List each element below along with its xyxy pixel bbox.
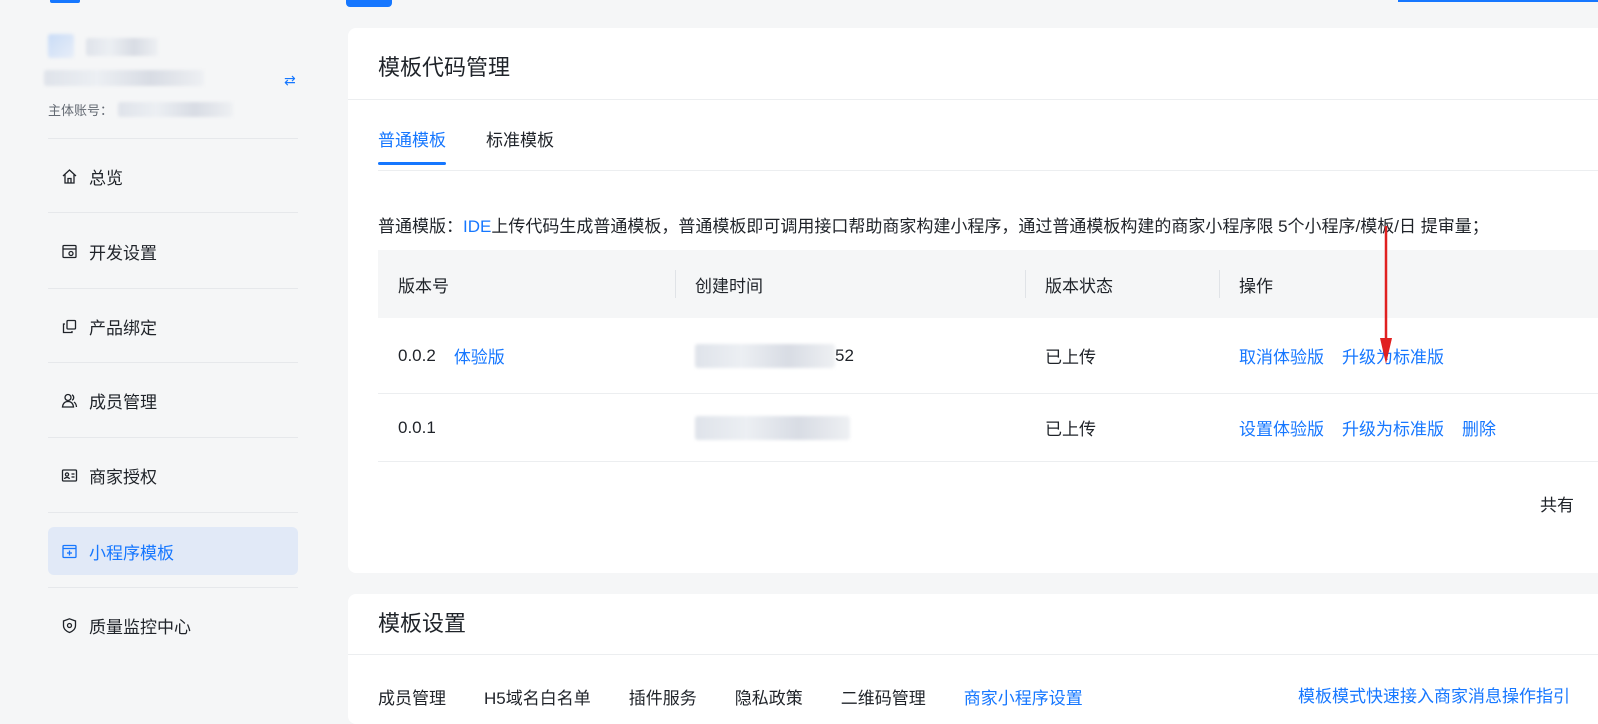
header-version: 版本号	[398, 276, 449, 296]
merchant-auth-icon	[60, 466, 78, 484]
sidebar-item-label: 质量监控中心	[89, 617, 191, 637]
template-description: 普通模版：IDE上传代码生成普通模板，普通模板即可调用接口帮助商家构建小程序，通…	[378, 212, 1489, 237]
card-title: 模板设置	[378, 611, 467, 636]
account-id-redacted	[44, 70, 204, 86]
sidebar-item-overview[interactable]: 总览	[48, 152, 298, 200]
description-prefix: 普通模版：	[378, 217, 463, 236]
sidebar-item-label: 开发设置	[89, 243, 157, 263]
created-time-redacted	[695, 343, 835, 368]
upgrade-standard-button[interactable]: 升级为标准版	[1342, 415, 1444, 440]
tab-h5-domain-whitelist[interactable]: H5域名白名单	[484, 684, 591, 709]
table-header: 版本号 创建时间 版本状态 操作	[378, 250, 1598, 318]
members-icon	[60, 391, 78, 409]
version-number: 0.0.1	[398, 417, 436, 437]
sidebar-divider	[48, 512, 298, 513]
sidebar-item-quality-monitor[interactable]: 质量监控中心	[48, 601, 298, 649]
status-cell: 已上传	[1045, 348, 1096, 367]
table-row: 0.0.2 体验版 52 已上传 取消体验版 升级为标准版	[378, 318, 1598, 394]
version-cell: 0.0.2 体验版	[378, 343, 675, 368]
tab-privacy-policy[interactable]: 隐私政策	[735, 684, 803, 709]
versions-table: 版本号 创建时间 版本状态 操作 0.0.2 体验版 52 已上传 取消体验版 …	[378, 250, 1598, 462]
set-trial-button[interactable]: 设置体验版	[1239, 415, 1324, 440]
sidebar-item-members[interactable]: 成员管理	[48, 376, 298, 424]
sidebar-item-label: 产品绑定	[89, 318, 157, 338]
settings-tabs: 成员管理 H5域名白名单 插件服务 隐私政策 二维码管理 商家小程序设置	[378, 684, 1083, 709]
description-text: 上传代码生成普通模板，普通模板即可调用接口帮助商家构建小程序，通过普通模板构建的…	[491, 217, 1489, 236]
created-time-tail: 52	[835, 345, 854, 365]
sidebar-item-miniapp-template[interactable]: 小程序模板	[48, 527, 298, 575]
annotation-arrow	[1380, 226, 1392, 364]
created-time-cell: 52	[675, 343, 1025, 368]
sidebar-divider	[48, 288, 298, 289]
account-label: 主体账号：	[48, 103, 114, 118]
account-info: ⇄ 主体账号：	[44, 34, 308, 134]
pagination-total: 共有	[1540, 496, 1574, 515]
version-number: 0.0.2	[398, 345, 436, 365]
guide-link[interactable]: 模板模式快速接入商家消息操作指引	[1298, 682, 1570, 707]
header-created-time: 创建时间	[675, 250, 1025, 318]
card-title: 模板代码管理	[378, 55, 511, 80]
created-time-redacted	[695, 415, 850, 440]
header-actions: 操作	[1219, 250, 1598, 318]
tab-plugin-service[interactable]: 插件服务	[629, 684, 697, 709]
template-settings-card: 模板设置 成员管理 H5域名白名单 插件服务 隐私政策 二维码管理 商家小程序设…	[348, 594, 1598, 724]
tab-standard-template[interactable]: 标准模板	[486, 126, 554, 163]
card-header-divider	[348, 654, 1598, 655]
home-icon	[60, 167, 78, 185]
version-cell: 0.0.1	[378, 418, 675, 438]
sidebar-item-label: 成员管理	[89, 392, 157, 412]
sidebar-divider	[48, 362, 298, 363]
tab-member-management[interactable]: 成员管理	[378, 684, 446, 709]
delete-button[interactable]: 删除	[1462, 415, 1496, 440]
sidebar-item-product-bind[interactable]: 产品绑定	[48, 302, 298, 350]
card-header-divider	[348, 99, 1598, 100]
upgrade-standard-button[interactable]: 升级为标准版	[1342, 343, 1444, 368]
quality-shield-icon	[60, 616, 78, 634]
tab-qrcode-management[interactable]: 二维码管理	[841, 684, 926, 709]
sidebar-divider	[48, 587, 298, 588]
trial-version-tag[interactable]: 体验版	[454, 343, 505, 368]
template-tabs: 普通模板 标准模板	[378, 126, 554, 165]
status-cell: 已上传	[1045, 420, 1096, 439]
actions-cell: 取消体验版 升级为标准版	[1219, 343, 1598, 368]
top-accent-tab	[346, 0, 392, 7]
tabs-divider	[378, 170, 1598, 171]
sidebar-item-dev-settings[interactable]: 开发设置	[48, 227, 298, 275]
ide-link[interactable]: IDE	[463, 217, 491, 236]
header-status: 版本状态	[1025, 250, 1219, 318]
created-time-cell	[675, 415, 1025, 440]
sidebar-divider	[48, 138, 298, 139]
table-row: 0.0.1 已上传 设置体验版 升级为标准版 删除	[378, 394, 1598, 462]
sidebar-divider	[48, 437, 298, 438]
sidebar-item-label: 小程序模板	[89, 543, 174, 563]
template-code-card: 模板代码管理 普通模板 标准模板 普通模版：IDE上传代码生成普通模板，普通模板…	[348, 28, 1598, 573]
tab-merchant-miniapp-settings[interactable]: 商家小程序设置	[964, 684, 1083, 709]
top-accent-right	[1398, 0, 1598, 2]
product-bind-icon	[60, 317, 78, 335]
sidebar-item-label: 总览	[89, 168, 123, 188]
cancel-trial-button[interactable]: 取消体验版	[1239, 343, 1324, 368]
sidebar-divider	[48, 212, 298, 213]
account-number-redacted	[118, 102, 233, 117]
account-name-redacted	[86, 38, 158, 56]
miniapp-template-icon	[60, 542, 78, 560]
account-avatar	[48, 34, 74, 58]
sidebar: ⇄ 主体账号： 总览 开发设置 产品绑定 成员管理 商家授权 小程序模板 质量监…	[0, 0, 320, 716]
switch-arrows-icon[interactable]: ⇄	[284, 72, 296, 89]
dev-settings-icon	[60, 242, 78, 260]
tab-normal-template[interactable]: 普通模板	[378, 126, 446, 165]
sidebar-item-label: 商家授权	[89, 467, 157, 487]
actions-cell: 设置体验版 升级为标准版 删除	[1219, 415, 1598, 440]
sidebar-item-merchant-auth[interactable]: 商家授权	[48, 451, 298, 499]
